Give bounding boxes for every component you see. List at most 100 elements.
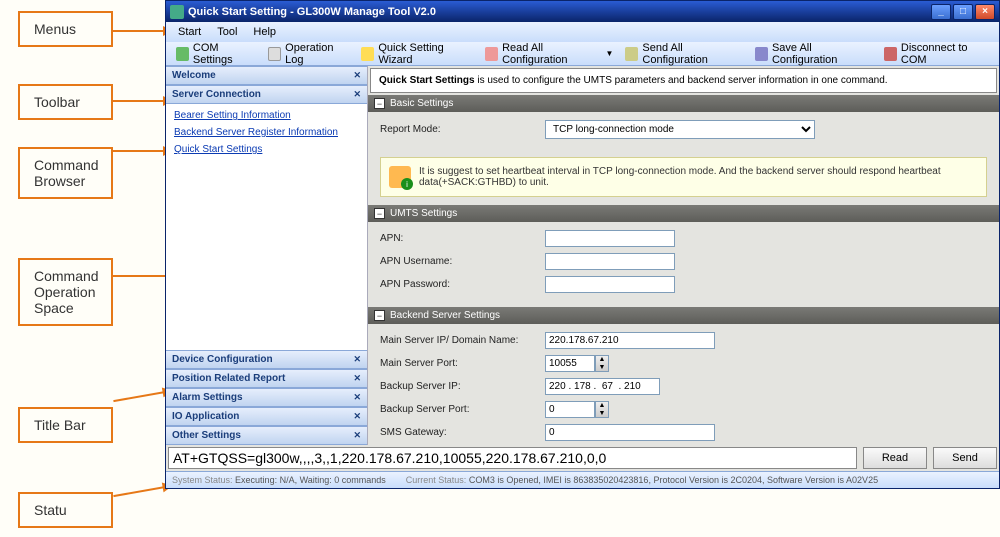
sidebar-other[interactable]: Other Settings✕ (166, 426, 367, 445)
tb-label: Operation Log (285, 42, 349, 66)
callout-label: Browser (34, 173, 85, 189)
chevron-down-icon: ▼ (606, 49, 614, 58)
sidebar-welcome[interactable]: Welcome✕ (166, 66, 367, 85)
arrow (113, 390, 171, 402)
desc-title: Quick Start Settings (379, 75, 475, 86)
label-main-ip: Main Server IP/ Domain Name: (380, 335, 545, 346)
tb-label: Quick Setting Wizard (378, 42, 473, 66)
input-sms[interactable] (545, 424, 715, 441)
section-umts-head[interactable]: −UMTS Settings (368, 205, 999, 222)
input-apn-pass[interactable] (545, 276, 675, 293)
tb-quick-wizard[interactable]: Quick Setting Wizard (355, 40, 479, 68)
tb-save-all[interactable]: Save All Configuration (749, 40, 878, 68)
spinner-backup-port: ▲▼ (545, 401, 609, 418)
section-backend-head[interactable]: −Backend Server Settings (368, 307, 999, 324)
row-apn-pass: APN Password: (380, 276, 987, 293)
callout-label: Statu (34, 502, 67, 518)
minimize-button[interactable]: _ (931, 4, 951, 20)
label-backup-ip: Backup Server IP: (380, 381, 545, 392)
section-backend-body: Main Server IP/ Domain Name: Main Server… (368, 324, 999, 445)
tb-send-all[interactable]: Send All Configuration (619, 40, 749, 68)
select-report-mode[interactable]: TCP long-connection mode (545, 120, 815, 139)
callout-statu: Statu (18, 492, 113, 528)
input-apn[interactable] (545, 230, 675, 247)
collapse-icon[interactable]: − (374, 310, 385, 321)
section-basic-body: Report Mode: TCP long-connection mode (368, 112, 999, 153)
callout-command-op: Command Operation Space (18, 258, 113, 326)
sidebar-io[interactable]: IO Application✕ (166, 407, 367, 426)
chevron-icon: ✕ (353, 392, 361, 403)
input-main-ip[interactable] (545, 332, 715, 349)
tb-read-all[interactable]: Read All Configuration▼ (479, 40, 619, 68)
info-text: It is suggest to set heartbeat interval … (419, 166, 978, 188)
arrow (113, 485, 171, 497)
read-icon (485, 47, 498, 61)
input-main-port[interactable] (545, 355, 595, 372)
globe-icon (176, 47, 189, 61)
callout-label: Operation (34, 284, 95, 300)
app-window: Quick Start Setting - GL300W Manage Tool… (165, 0, 1000, 489)
content-panel: Quick Start Settings is used to configur… (368, 66, 999, 445)
callout-toolbar: Toolbar (18, 84, 113, 120)
menu-tool[interactable]: Tool (209, 24, 245, 40)
row-main-port: Main Server Port: ▲▼ (380, 355, 987, 372)
menu-help[interactable]: Help (245, 24, 284, 40)
link-bearer[interactable]: Bearer Setting Information (174, 110, 359, 121)
header-label: Server Connection (172, 89, 261, 100)
input-backup-port[interactable] (545, 401, 595, 418)
label-sms: SMS Gateway: (380, 427, 545, 438)
label-apn-pass: APN Password: (380, 279, 545, 290)
row-report-mode: Report Mode: TCP long-connection mode (380, 120, 987, 139)
collapse-icon[interactable]: − (374, 208, 385, 219)
send-icon (625, 47, 638, 61)
tb-label: Disconnect to COM (901, 42, 989, 66)
chevron-icon: ✕ (353, 70, 361, 81)
section-umts-body: APN: APN Username: APN Password: (368, 222, 999, 307)
send-button[interactable]: Send (933, 447, 997, 469)
label-report-mode: Report Mode: (380, 124, 545, 135)
callout-menus: Menus (18, 11, 113, 47)
read-button[interactable]: Read (863, 447, 927, 469)
section-label: UMTS Settings (390, 208, 457, 219)
sidebar-alarm[interactable]: Alarm Settings✕ (166, 388, 367, 407)
command-bar: Read Send (166, 445, 999, 471)
sidebar-device-config[interactable]: Device Configuration✕ (166, 350, 367, 369)
desc-text: is used to configure the UMTS parameters… (475, 75, 888, 86)
input-backup-ip[interactable] (545, 378, 660, 395)
callout-title-bar: Title Bar (18, 407, 113, 443)
collapse-icon[interactable]: − (374, 98, 385, 109)
input-apn-user[interactable] (545, 253, 675, 270)
wizard-icon (361, 47, 374, 61)
maximize-button[interactable]: □ (953, 4, 973, 20)
row-apn-user: APN Username: (380, 253, 987, 270)
callout-label: Title Bar (34, 417, 86, 433)
arrow (113, 150, 172, 152)
link-quick-start[interactable]: Quick Start Settings (174, 144, 359, 155)
sidebar-links: Bearer Setting Information Backend Serve… (166, 104, 367, 350)
status-sys-value: Executing: N/A, Waiting: 0 commands (235, 475, 386, 485)
menu-start[interactable]: Start (170, 24, 209, 40)
tb-operation-log[interactable]: Operation Log (262, 40, 355, 68)
spin-buttons[interactable]: ▲▼ (595, 401, 609, 418)
info-icon: i (389, 166, 411, 188)
tb-com-settings[interactable]: COM Settings (170, 40, 262, 68)
input-at-command[interactable] (168, 447, 857, 469)
chevron-icon: ✕ (353, 373, 361, 384)
spinner-main-port: ▲▼ (545, 355, 609, 372)
section-label: Backend Server Settings (390, 310, 500, 321)
sidebar-position[interactable]: Position Related Report✕ (166, 369, 367, 388)
toolbar: COM Settings Operation Log Quick Setting… (166, 42, 999, 66)
tb-disconnect[interactable]: Disconnect to COM (878, 40, 995, 68)
label-main-port: Main Server Port: (380, 358, 545, 369)
section-basic-head[interactable]: −Basic Settings (368, 95, 999, 112)
arrow (113, 30, 172, 32)
link-backend[interactable]: Backend Server Register Information (174, 127, 359, 138)
spin-buttons[interactable]: ▲▼ (595, 355, 609, 372)
status-bar: System Status: Executing: N/A, Waiting: … (166, 471, 999, 488)
callout-command-browser: Command Browser (18, 147, 113, 199)
sidebar-server-connection[interactable]: Server Connection✕ (166, 85, 367, 104)
close-button[interactable]: × (975, 4, 995, 20)
status-sys-label: System Status: (172, 475, 233, 485)
header-label: Device Configuration (172, 354, 273, 365)
window-title: Quick Start Setting - GL300W Manage Tool… (188, 6, 436, 18)
